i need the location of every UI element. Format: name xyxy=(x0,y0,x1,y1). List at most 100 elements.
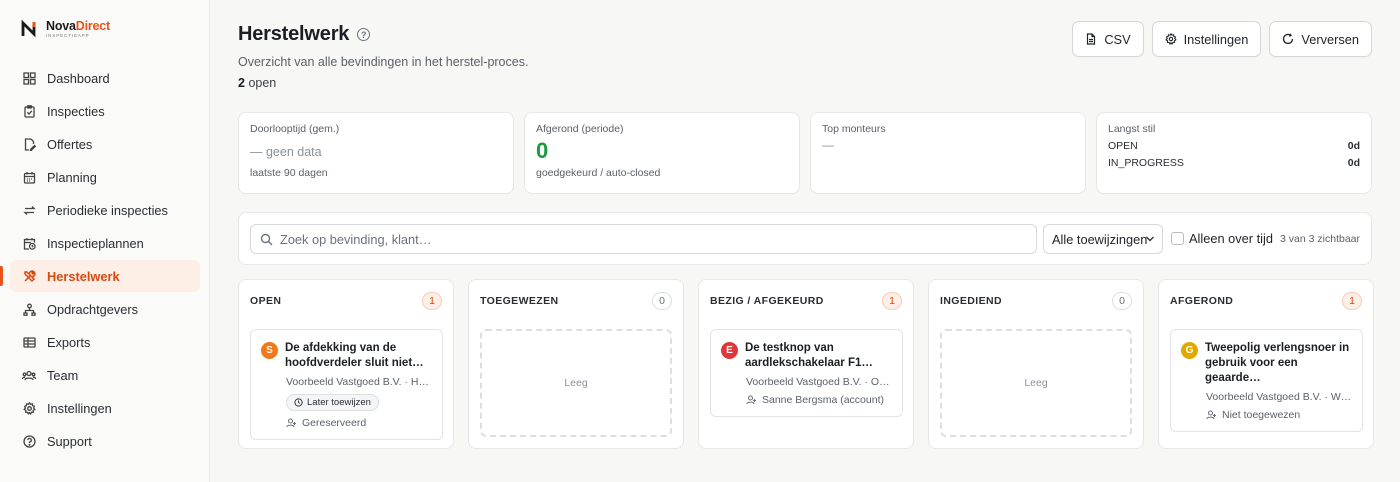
csv-button[interactable]: CSV xyxy=(1072,21,1144,57)
sidebar-item-label: Inspecties xyxy=(47,103,105,119)
card-title: De testknop van aardlekschakelaar F1… xyxy=(745,342,873,369)
column-title: INGEDIEND xyxy=(940,295,1002,307)
visible-count: 3 van 3 zichtbaar xyxy=(1280,233,1360,245)
sitemap-icon xyxy=(22,302,36,316)
sheet-icon xyxy=(22,335,36,349)
column-count-badge: 0 xyxy=(1112,292,1132,310)
sidebar-item-team[interactable]: Team xyxy=(10,359,200,391)
overdue-filter[interactable]: Alleen over tijd xyxy=(1171,231,1273,246)
logo-mark-icon xyxy=(21,20,36,38)
search-input[interactable] xyxy=(280,231,980,247)
file-icon xyxy=(1087,33,1096,45)
sidebar-item-opdrachtgevers[interactable]: Opdrachtgevers xyxy=(10,293,200,325)
user-icon xyxy=(1206,410,1216,419)
card-assignee: Gereserveerd xyxy=(286,417,432,429)
calendar-clock-icon xyxy=(22,236,36,250)
brand-tagline: INSPECTIEAPP xyxy=(46,32,90,38)
empty-dropzone: Leeg xyxy=(480,329,672,437)
help-icon[interactable]: ? xyxy=(357,28,371,41)
column-ingediend: INGEDIEND 0 Leeg xyxy=(928,279,1144,449)
calendar-icon xyxy=(22,170,36,184)
sidebar-item-planning[interactable]: Planning xyxy=(10,161,200,193)
sidebar-item-label: Instellingen xyxy=(47,400,112,416)
open-count: 2 open xyxy=(238,76,277,90)
sidebar-item-periodieke-inspecties[interactable]: Periodieke inspecties xyxy=(10,194,200,226)
column-title: TOEGEWEZEN xyxy=(480,295,559,307)
sidebar-item-label: Dashboard xyxy=(47,70,110,86)
stat-top-monteurs: Top monteurs — xyxy=(810,112,1086,194)
repeat-icon xyxy=(22,203,36,217)
search-box xyxy=(250,224,1037,254)
card-title: De afdekking van de hoofdverdeler sluit n… xyxy=(285,342,424,369)
column-title: AFGEROND xyxy=(1170,295,1234,307)
search-icon xyxy=(260,233,273,245)
page-title: Herstelwerk ? xyxy=(238,23,371,46)
users-icon xyxy=(22,368,36,382)
settings-button[interactable]: Instellingen xyxy=(1151,21,1262,57)
file-edit-icon xyxy=(22,137,36,151)
column-count-badge: 1 xyxy=(882,292,902,310)
sidebar-item-offertes[interactable]: Offertes xyxy=(10,128,200,160)
assignment-select[interactable]: Alle toewijzingen xyxy=(1043,224,1163,254)
clipboard-check-icon xyxy=(22,104,36,118)
card-client: Voorbeeld Vastgoed B.V. · We… xyxy=(1206,390,1352,403)
sidebar-item-instellingen[interactable]: Instellingen xyxy=(10,392,200,424)
sidebar-item-inspecties[interactable]: Inspecties xyxy=(10,95,200,127)
empty-dropzone: Leeg xyxy=(940,329,1132,437)
sidebar-item-dashboard[interactable]: Dashboard xyxy=(10,62,200,94)
header-actions: CSV Instellingen Verversen xyxy=(1072,21,1372,57)
column-count-badge: 1 xyxy=(1342,292,1362,310)
kanban-board: OPEN 1 S De afdekking van de hoofdverdele… xyxy=(238,279,1374,449)
column-bezig-afgekeurd: BEZIG / AFGEKEURD 1 E De testknop van aar… xyxy=(698,279,914,449)
card-assignee: Niet toegewezen xyxy=(1206,409,1352,421)
clock-icon xyxy=(294,398,303,407)
gear-icon xyxy=(22,401,36,415)
stat-langst-stil: Langst stil OPEN 0d IN_PROGRESS 0d xyxy=(1096,112,1372,194)
sidebar-item-label: Exports xyxy=(47,334,91,350)
brand-logo[interactable]: NovaDirect INSPECTIEAPP xyxy=(20,20,110,38)
page-subtitle: Overzicht van alle bevindingen in het he… xyxy=(238,55,529,69)
column-count-badge: 1 xyxy=(422,292,442,310)
sidebar-item-support[interactable]: Support xyxy=(10,425,200,457)
sidebar-item-label: Herstelwerk xyxy=(47,268,120,284)
column-title: BEZIG / AFGEKEURD xyxy=(710,295,824,307)
card-title: Tweepolig verlengsnoer in gebruik voor ee… xyxy=(1205,342,1350,384)
card-assignee: Sanne Bergsma (account) xyxy=(746,394,892,406)
sidebar-item-label: Offertes xyxy=(47,136,93,152)
refresh-button[interactable]: Verversen xyxy=(1269,21,1372,57)
finding-card[interactable]: E De testknop van aardlekschakelaar F1… V… xyxy=(710,329,903,417)
user-icon xyxy=(286,418,296,428)
column-afgerond: AFGEROND 1 G Tweepolig verlengsnoer in ge… xyxy=(1158,279,1374,449)
sidebar-item-herstelwerk[interactable]: Herstelwerk xyxy=(0,260,200,292)
column-count-badge: 0 xyxy=(652,292,672,310)
help-circle-icon xyxy=(22,434,36,448)
later-assign-pill[interactable]: Later toewijzen xyxy=(286,393,379,411)
avatar: S xyxy=(261,342,278,359)
sidebar-item-inspectieplannen[interactable]: Inspectieplannen xyxy=(10,227,200,259)
gear-icon xyxy=(1164,33,1177,45)
finding-card[interactable]: G Tweepolig verlengsnoer in gebruik voor … xyxy=(1170,329,1363,432)
sidebar-item-label: Support xyxy=(47,433,92,449)
card-client: Voorbeeld Vastgoed B.V. · On… xyxy=(746,375,892,388)
grid-icon xyxy=(22,71,36,85)
user-icon xyxy=(746,395,756,405)
overdue-checkbox[interactable] xyxy=(1171,232,1184,245)
brand-name: NovaDirect xyxy=(46,19,111,33)
filter-bar: Alle toewijzingen Alleen over tijd 3 van… xyxy=(238,212,1372,265)
sidebar-item-exports[interactable]: Exports xyxy=(10,326,200,358)
sidebar-item-label: Periodieke inspecties xyxy=(47,202,168,218)
idle-row: IN_PROGRESS 0d xyxy=(1108,157,1360,169)
column-toegewezen: TOEGEWEZEN 0 Leeg xyxy=(468,279,684,449)
sidebar-item-label: Opdrachtgevers xyxy=(47,301,139,317)
sidebar-nav: Dashboard Inspecties Offertes Planning P… xyxy=(0,62,200,458)
sidebar-item-label: Inspectieplannen xyxy=(47,235,144,251)
refresh-icon xyxy=(1283,33,1294,45)
sidebar-item-label: Planning xyxy=(47,169,97,185)
stat-lead-time: Doorlooptijd (gem.) — geen data laatste … xyxy=(238,112,514,194)
avatar: G xyxy=(1181,342,1198,359)
tools-icon xyxy=(22,269,36,283)
idle-row: OPEN 0d xyxy=(1108,140,1360,152)
stat-completed: Afgerond (periode) 0 goedgekeurd / auto-… xyxy=(524,112,800,194)
avatar: E xyxy=(721,342,738,359)
finding-card[interactable]: S De afdekking van de hoofdverdeler sluit… xyxy=(250,329,443,440)
